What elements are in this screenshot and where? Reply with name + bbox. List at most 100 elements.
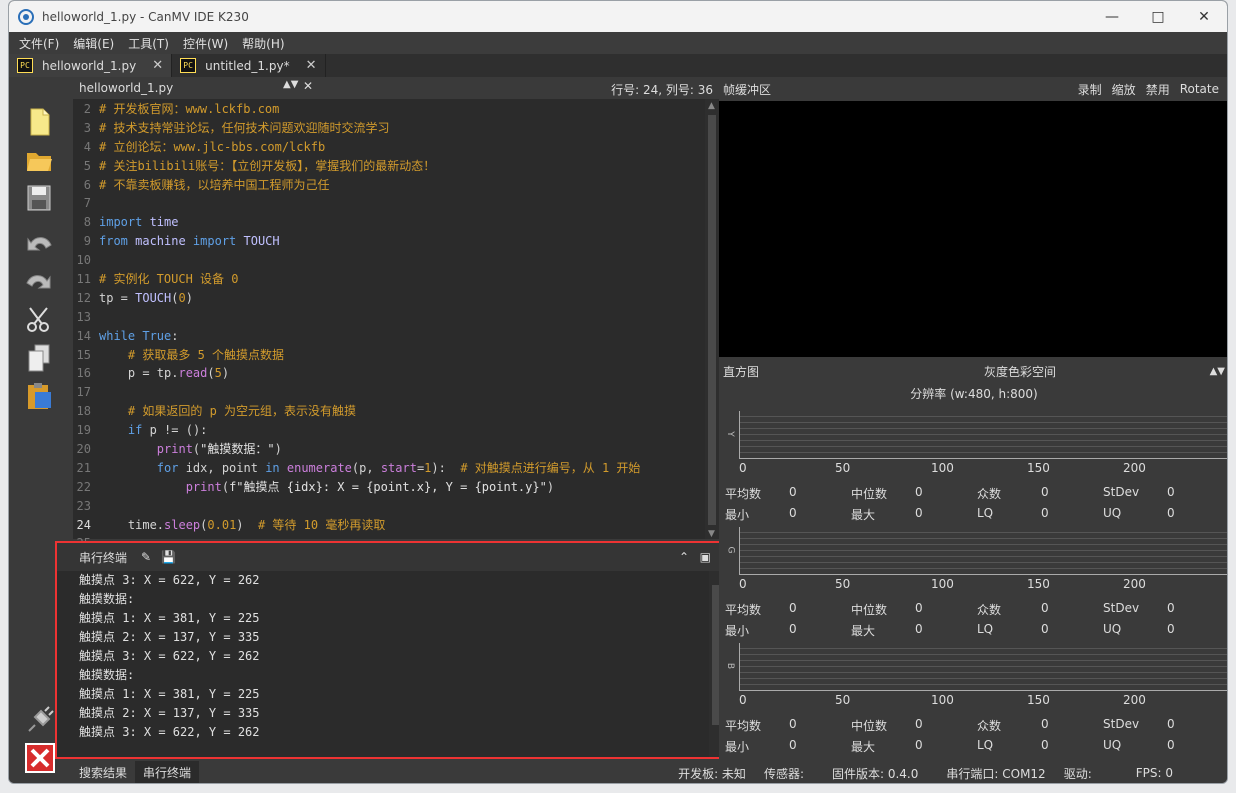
tab-untitled[interactable]: PC untitled_1.py* ✕: [172, 54, 326, 77]
code-token: # 开发板官网：www.lckfb.com: [99, 102, 280, 116]
code-line[interactable]: 20 print("触摸数据："): [73, 440, 719, 459]
cut-icon[interactable]: [25, 305, 53, 335]
collapse-icon[interactable]: ⌃: [679, 550, 689, 564]
close-window-button[interactable]: ✕: [1181, 1, 1227, 32]
code-line[interactable]: 8 import time: [73, 213, 719, 232]
terminal-line: 触摸点 3: X = 622, Y = 262: [79, 573, 260, 587]
stat-value-min: 0: [789, 506, 797, 520]
code-token: (: [171, 290, 179, 305]
tab-search-results[interactable]: 搜索结果: [71, 761, 135, 783]
code-line[interactable]: 2 # 开发板官网：www.lckfb.com: [73, 100, 719, 119]
code-token: # 等待 10 毫秒再读取: [257, 517, 386, 532]
code-token: import: [192, 234, 244, 249]
code-line[interactable]: 9 from machine import TOUCH: [73, 232, 719, 251]
code-token: from: [99, 234, 136, 249]
stat-value-max: 0: [915, 622, 923, 636]
terminal-output[interactable]: 触摸点 3: X = 622, Y = 262 触摸数据: 触摸点 1: X = 3…: [57, 571, 723, 742]
zoom-button[interactable]: 缩放: [1112, 81, 1136, 98]
menu-tools[interactable]: 工具(T): [128, 35, 169, 52]
menu-edit[interactable]: 编辑(E): [73, 35, 114, 52]
code-token: # 获取最多 5 个触摸点数据: [127, 347, 285, 362]
code-editor[interactable]: helloworld_1.py ▲▼ ✕ 行号: 24, 列号: 36 2 # 开…: [73, 77, 719, 550]
menu-widgets[interactable]: 控件(W): [183, 35, 228, 52]
code-token: ): [185, 290, 193, 305]
tick-label: 100: [931, 577, 954, 591]
window-title: helloworld_1.py - CanMV IDE K230: [42, 9, 249, 24]
color-space-select[interactable]: 灰度色彩空间: [984, 363, 1056, 380]
stat-label-mean: 平均数: [725, 487, 762, 501]
line-number: 20: [76, 442, 91, 457]
code-line[interactable]: 16 p = tp. read(5): [73, 364, 719, 383]
code-line[interactable]: 14 while True:: [73, 327, 719, 346]
connect-plug-icon[interactable]: [25, 705, 55, 735]
code-line[interactable]: 3 # 技术支持常驻论坛，任何技术问题欢迎随时交流学习: [73, 119, 719, 138]
code-line[interactable]: 21 for idx, point in enumerate (p, start =…: [73, 459, 719, 478]
python-file-icon: PC: [17, 58, 33, 73]
code-lines[interactable]: 2 # 开发板官网：www.lckfb.com 3 # 技术支持常驻论坛，任何技术问题…: [73, 99, 719, 553]
code-token: ): [546, 479, 555, 494]
code-line[interactable]: 19 if p != ():: [73, 421, 719, 440]
disable-button[interactable]: 禁用: [1146, 81, 1170, 98]
code-token: read: [178, 366, 208, 381]
code-token: "触摸数据：": [200, 442, 275, 457]
code-line[interactable]: 7: [73, 194, 719, 213]
new-file-icon[interactable]: [25, 107, 53, 137]
code-line[interactable]: 17: [73, 383, 719, 402]
stat-value-lq: 0: [1041, 506, 1049, 520]
stat-value-mode: 0: [1041, 485, 1049, 499]
channel-label: Y: [724, 431, 735, 437]
paste-icon[interactable]: [25, 381, 53, 411]
close-tab-icon[interactable]: ✕: [152, 58, 163, 73]
code-line[interactable]: 12 tp = TOUCH(0): [73, 289, 719, 308]
code-line[interactable]: 10: [73, 251, 719, 270]
close-file-icon[interactable]: ✕: [303, 79, 313, 93]
open-folder-icon[interactable]: [25, 145, 53, 175]
code-token: =: [416, 460, 425, 475]
code-token: if: [127, 423, 150, 438]
stop-icon[interactable]: [25, 743, 55, 773]
code-token: machine: [135, 234, 193, 249]
code-line[interactable]: 23: [73, 497, 719, 516]
code-line[interactable]: 6 # 不靠卖板赚钱，以培养中国工程师为己任: [73, 176, 719, 195]
save-icon[interactable]: [25, 183, 53, 213]
file-tab-bar: PC helloworld_1.py ✕ PC untitled_1.py* ✕: [9, 54, 1227, 77]
copy-icon[interactable]: [25, 343, 53, 373]
stat-label-mode: 众数: [977, 719, 1002, 733]
close-tab-icon[interactable]: ✕: [306, 58, 317, 73]
stat-label-stdev: StDev: [1103, 485, 1140, 499]
code-token: tp =: [99, 290, 136, 305]
line-number: 21: [76, 460, 91, 475]
frame-buffer-view[interactable]: [719, 101, 1227, 357]
undock-icon[interactable]: ▣: [700, 550, 711, 564]
code-token: # 对触摸点进行编号，从 1 开始: [460, 460, 641, 475]
code-line[interactable]: 18 # 如果返回的 p 为空元组，表示没有触摸: [73, 402, 719, 421]
code-line[interactable]: 4 # 立创论坛：www.jlc-bbs.com/lckfb: [73, 138, 719, 157]
menu-file[interactable]: 文件(F): [19, 35, 59, 52]
code-line[interactable]: 11 # 实例化 TOUCH 设备 0: [73, 270, 719, 289]
tab-serial-terminal[interactable]: 串行终端: [135, 761, 200, 783]
code-line[interactable]: 22 print(f"触摸点 {idx}: X = {point.x}, Y =…: [73, 478, 719, 497]
channel-label: B: [725, 662, 736, 670]
menu-help[interactable]: 帮助(H): [242, 35, 284, 52]
redo-icon[interactable]: [25, 267, 53, 297]
code-line[interactable]: 15 # 获取最多 5 个触摸点数据: [73, 346, 719, 365]
save-terminal-icon[interactable]: 💾: [161, 550, 176, 564]
undo-icon[interactable]: [25, 229, 53, 259]
editor-file-name[interactable]: helloworld_1.py: [79, 81, 173, 95]
rotate-button[interactable]: Rotate: [1180, 82, 1219, 96]
code-line[interactable]: 5 # 关注bilibili账号：【立创开发板】，掌握我们的最新动态！: [73, 157, 719, 176]
tab-helloworld[interactable]: PC helloworld_1.py ✕: [9, 54, 173, 77]
record-button[interactable]: 录制: [1078, 81, 1102, 98]
menu-bar: 文件(F) 编辑(E) 工具(T) 控件(W) 帮助(H): [9, 32, 1227, 54]
code-token: print: [185, 479, 222, 494]
code-line[interactable]: 24 time. sleep(0.01) # 等待 10 毫秒再读取: [73, 516, 719, 535]
file-select-arrows-icon[interactable]: ▲▼: [283, 79, 298, 90]
clear-terminal-icon[interactable]: ✎: [141, 550, 151, 564]
select-arrows-icon[interactable]: ▲▼: [1210, 366, 1225, 377]
code-line[interactable]: 13: [73, 308, 719, 327]
editor-scrollbar[interactable]: ▲ ▼: [705, 99, 719, 539]
minimize-button[interactable]: —: [1089, 1, 1135, 32]
code-token: # 技术支持常驻论坛，任何技术问题欢迎随时交流学习: [99, 120, 390, 135]
maximize-button[interactable]: □: [1135, 1, 1181, 32]
